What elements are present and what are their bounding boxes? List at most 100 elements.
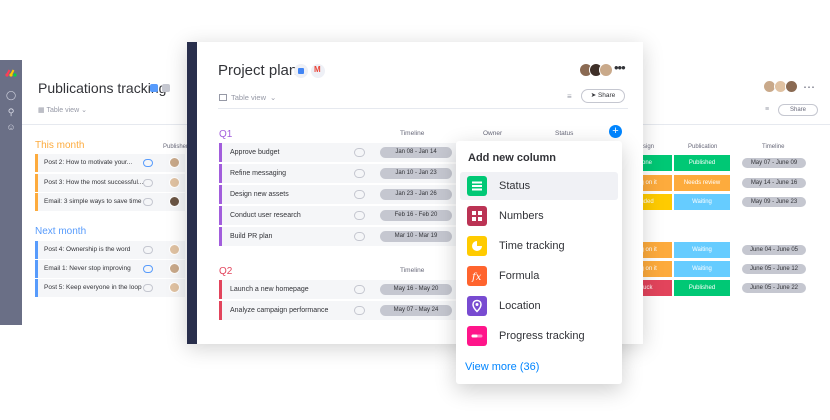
table-row[interactable]: Conduct user research Feb 16 - Feb 20 bbox=[219, 206, 456, 225]
timeline-pill[interactable]: Jan 08 - Jan 14 bbox=[380, 147, 452, 158]
timeline-pill[interactable]: May 07 - May 24 bbox=[380, 305, 452, 316]
updates-bubble-icon[interactable] bbox=[354, 190, 365, 199]
group-title-q2[interactable]: Q2 bbox=[219, 266, 232, 277]
updates-bubble-icon[interactable] bbox=[354, 306, 365, 315]
timeline-pill[interactable]: May 14 - June 16 bbox=[742, 178, 806, 188]
bg-share-button[interactable]: Share bbox=[778, 104, 818, 116]
search-icon[interactable]: ⚲ bbox=[6, 107, 16, 117]
board-menu-icon[interactable]: ••• bbox=[614, 60, 626, 75]
column-header-publisher: Publisher bbox=[163, 144, 189, 150]
menu-item-time-tracking[interactable]: Time tracking bbox=[460, 232, 618, 260]
column-header-timeline: Timeline bbox=[400, 130, 425, 137]
updates-bubble-icon[interactable] bbox=[143, 179, 153, 187]
updates-bubble-icon[interactable] bbox=[143, 159, 153, 167]
menu-item-label: Formula bbox=[499, 270, 540, 282]
timeline-pill[interactable]: Mar 10 - Mar 19 bbox=[380, 231, 452, 242]
timeline-pill[interactable]: May 09 - June 23 bbox=[742, 197, 806, 207]
bg-row-item[interactable]: Email 1: Never stop improving bbox=[35, 260, 185, 278]
publication-pill[interactable]: Needs review bbox=[674, 175, 730, 191]
updates-bubble-icon[interactable] bbox=[354, 211, 365, 220]
avatar bbox=[169, 263, 180, 274]
left-sidebar: ◯ ⚲ ☺ bbox=[0, 60, 22, 325]
group-title-this-month[interactable]: This month bbox=[35, 140, 84, 151]
numbers-icon bbox=[467, 206, 487, 226]
publication-pill[interactable]: Waiting bbox=[674, 242, 730, 258]
timeline-pill[interactable]: May 07 - June 09 bbox=[742, 158, 806, 168]
column-header-owner: Owner bbox=[483, 130, 503, 137]
updates-bubble-icon[interactable] bbox=[354, 285, 365, 294]
timeline-pill[interactable]: June 04 - June 05 bbox=[742, 245, 806, 255]
updates-bubble-icon[interactable] bbox=[354, 232, 365, 241]
bg-row-item[interactable]: Post 5: Keep everyone in the loop bbox=[35, 279, 185, 297]
task-name[interactable]: Design new assets bbox=[230, 185, 289, 204]
updates-bubble-icon[interactable] bbox=[143, 284, 153, 292]
board-menu-icon[interactable]: ⋯ bbox=[803, 80, 815, 94]
menu-title: Add new column bbox=[468, 152, 556, 164]
updates-bubble-icon[interactable] bbox=[354, 148, 365, 157]
time-tracking-icon bbox=[467, 236, 487, 256]
chevron-down-icon: ⌄ bbox=[270, 93, 277, 102]
bg-table-view-tab[interactable]: ▦ Table view ⌄ bbox=[38, 106, 87, 114]
task-name[interactable]: Analyze campaign performance bbox=[230, 301, 328, 320]
bg-row-item[interactable]: Post 3: How the most successful... bbox=[35, 174, 185, 192]
updates-bubble-icon[interactable] bbox=[354, 169, 365, 178]
gmail-icon[interactable] bbox=[311, 64, 325, 78]
menu-item-progress-tracking[interactable]: Progress tracking bbox=[460, 322, 618, 350]
user-icon[interactable]: ☺ bbox=[6, 122, 16, 132]
task-name[interactable]: Launch a new homepage bbox=[230, 280, 309, 299]
publication-pill[interactable]: Waiting bbox=[674, 261, 730, 277]
table-row[interactable]: Approve budget Jan 08 - Jan 14 bbox=[219, 143, 456, 162]
timeline-pill[interactable]: June 05 - June 22 bbox=[742, 283, 806, 293]
menu-item-formula[interactable]: fx Formula bbox=[460, 262, 618, 290]
board-members[interactable] bbox=[579, 63, 613, 77]
table-row[interactable]: Launch a new homepage May 16 - May 20 bbox=[219, 280, 456, 299]
table-view-tab[interactable]: Table view ⌄ bbox=[219, 93, 276, 102]
location-icon bbox=[467, 296, 487, 316]
menu-item-numbers[interactable]: Numbers bbox=[460, 202, 618, 230]
timeline-pill[interactable]: June 05 - June 12 bbox=[742, 264, 806, 274]
publication-pill[interactable]: Waiting bbox=[674, 194, 730, 210]
screenshot-stage: ◯ ⚲ ☺ Publications tracking ▦ Table view… bbox=[0, 0, 830, 420]
updates-bubble-icon[interactable] bbox=[143, 246, 153, 254]
publication-pill[interactable]: Published bbox=[674, 280, 730, 296]
task-name[interactable]: Approve budget bbox=[230, 143, 279, 162]
group-title-q1[interactable]: Q1 bbox=[219, 129, 232, 140]
timeline-pill[interactable]: Feb 16 - Feb 20 bbox=[380, 210, 452, 221]
page-title: Project plan bbox=[218, 62, 298, 79]
task-name[interactable]: Build PR plan bbox=[230, 227, 272, 246]
google-calendar-icon[interactable] bbox=[294, 64, 308, 78]
bell-icon[interactable]: ◯ bbox=[6, 90, 16, 100]
filter-icon[interactable]: ≡ bbox=[567, 92, 572, 101]
bg-row-item[interactable]: Email: 3 simple ways to save time bbox=[35, 193, 185, 211]
board-title: Publications tracking bbox=[38, 80, 167, 96]
timeline-pill[interactable]: Jan 23 - Jan 26 bbox=[380, 189, 452, 200]
view-more-link[interactable]: View more (36) bbox=[465, 361, 539, 373]
publication-pill[interactable]: Published bbox=[674, 155, 730, 171]
table-row[interactable]: Design new assets Jan 23 - Jan 26 bbox=[219, 185, 456, 204]
bg-row-item[interactable]: Post 4: Ownership is the word bbox=[35, 241, 185, 259]
timeline-pill[interactable]: Jan 10 - Jan 23 bbox=[380, 168, 452, 179]
board-members[interactable] bbox=[763, 80, 798, 93]
column-header-timeline: Timeline bbox=[400, 267, 425, 274]
updates-bubble-icon[interactable] bbox=[143, 265, 153, 273]
menu-item-status[interactable]: Status bbox=[460, 172, 618, 200]
bg-row-item[interactable]: Post 2: How to motivate your... bbox=[35, 154, 185, 172]
task-name[interactable]: Conduct user research bbox=[230, 206, 301, 225]
group-title-next-month[interactable]: Next month bbox=[35, 226, 86, 237]
timeline-pill[interactable]: May 16 - May 20 bbox=[380, 284, 452, 295]
avatar bbox=[169, 157, 180, 168]
menu-item-label: Location bbox=[499, 300, 541, 312]
share-button[interactable]: ➤ Share bbox=[581, 89, 625, 103]
table-row[interactable]: Refine messaging Jan 10 - Jan 23 bbox=[219, 164, 456, 183]
filter-icon[interactable]: ≡ bbox=[765, 106, 769, 113]
table-row[interactable]: Build PR plan Mar 10 - Mar 19 bbox=[219, 227, 456, 246]
menu-item-location[interactable]: Location bbox=[460, 292, 618, 320]
table-row[interactable]: Analyze campaign performance May 07 - Ma… bbox=[219, 301, 456, 320]
task-name[interactable]: Refine messaging bbox=[230, 164, 286, 183]
avatar bbox=[599, 63, 613, 77]
integration-icons bbox=[294, 64, 325, 78]
add-column-button[interactable]: + bbox=[609, 125, 622, 138]
avatar bbox=[169, 244, 180, 255]
menu-item-label: Status bbox=[499, 180, 531, 192]
updates-bubble-icon[interactable] bbox=[143, 198, 153, 206]
